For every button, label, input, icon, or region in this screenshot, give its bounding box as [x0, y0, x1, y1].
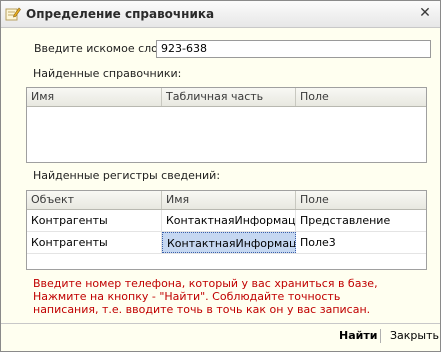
- footer-divider: [1, 323, 440, 324]
- hint-line: Введите номер телефона, который у вас хр…: [33, 277, 378, 290]
- table-row[interactable]: Контрагенты КонтактнаяИнформация Предста…: [27, 210, 426, 232]
- column-header-tabular-section[interactable]: Табличная часть: [162, 88, 296, 106]
- cell-name[interactable]: КонтактнаяИнформация: [162, 210, 296, 231]
- table-row[interactable]: Контрагенты КонтактнаяИнформация Поле3: [27, 232, 426, 254]
- button-separator: [380, 329, 381, 343]
- column-header-field[interactable]: Поле: [296, 88, 426, 106]
- column-header-name[interactable]: Имя: [27, 88, 162, 106]
- form-pencil-icon: [5, 6, 21, 22]
- catalogs-table[interactable]: Имя Табличная часть Поле: [26, 87, 427, 163]
- title-bar: Определение справочника ✕: [1, 1, 440, 28]
- cell-field[interactable]: Представление: [296, 210, 426, 231]
- close-button[interactable]: Закрыть: [390, 327, 439, 345]
- cell-name-selected[interactable]: КонтактнаяИнформация: [162, 232, 296, 253]
- find-button[interactable]: Найти: [339, 327, 377, 345]
- search-input[interactable]: [156, 40, 431, 58]
- cell-field[interactable]: Поле3: [296, 232, 426, 253]
- catalogs-label: Найденные справочники:: [33, 67, 182, 80]
- registers-label: Найденные регистры сведений:: [33, 169, 221, 182]
- window-title: Определение справочника: [26, 7, 215, 21]
- cell-object[interactable]: Контрагенты: [27, 210, 162, 231]
- hint-text: Введите номер телефона, который у вас хр…: [33, 277, 378, 316]
- registers-table-header: Объект Имя Поле: [27, 191, 426, 210]
- cell-object[interactable]: Контрагенты: [27, 232, 162, 253]
- close-icon[interactable]: ✕: [416, 4, 434, 22]
- column-header-object[interactable]: Объект: [27, 191, 162, 209]
- catalogs-table-header: Имя Табличная часть Поле: [27, 88, 426, 107]
- column-header-name[interactable]: Имя: [162, 191, 296, 209]
- dialog-window: Определение справочника ✕ Введите искомо…: [0, 0, 441, 352]
- search-label: Введите искомое слово:: [34, 42, 175, 55]
- registers-table[interactable]: Объект Имя Поле Контрагенты КонтактнаяИн…: [26, 190, 427, 270]
- hint-line: написания, т.е. вводите точь в точь как …: [33, 303, 371, 316]
- hint-line: Нажмите на кнопку - "Найти". Соблюдайте …: [33, 290, 341, 303]
- column-header-field[interactable]: Поле: [296, 191, 426, 209]
